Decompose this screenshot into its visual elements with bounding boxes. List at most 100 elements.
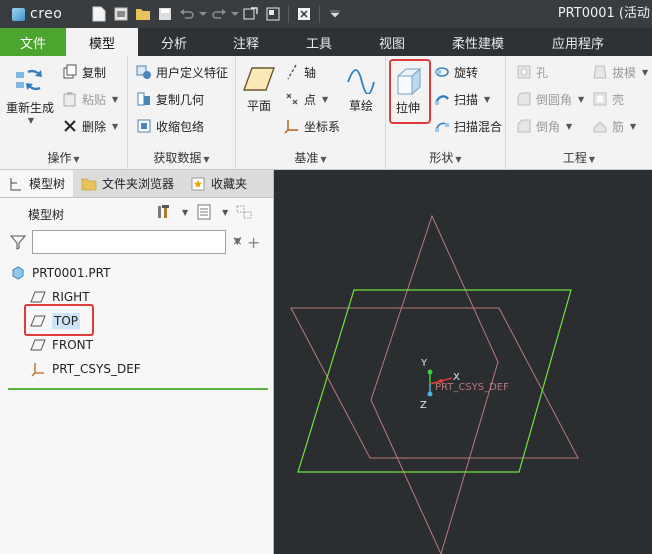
tab-model-tree[interactable]: 模型树: [0, 170, 74, 197]
undo-icon[interactable]: [176, 4, 198, 24]
search-input[interactable]: [32, 230, 226, 254]
tree-item-front[interactable]: FRONT: [30, 337, 93, 353]
tab-model[interactable]: 模型: [66, 28, 138, 56]
draft-button[interactable]: 拔模 ▼: [592, 62, 648, 82]
tab-annotate[interactable]: 注释: [210, 28, 282, 56]
group-label-get-data[interactable]: 获取数据 ▼: [128, 149, 235, 166]
copy-geometry-label: 复制几何: [156, 92, 205, 107]
group-label-operations[interactable]: 操作 ▼: [0, 149, 127, 166]
chamfer-button[interactable]: 倒角 ▼: [516, 116, 572, 136]
regenerate-button[interactable]: 重新生成 ▼: [6, 64, 54, 125]
delete-button[interactable]: 删除 ▼: [62, 116, 118, 136]
tree-item-right[interactable]: RIGHT: [30, 289, 90, 305]
sketch-button[interactable]: 草绘: [344, 64, 378, 114]
group-datum: 平面 轴 点 ▼ 坐标系 草绘 基准 ▼: [236, 56, 386, 170]
graphics-window[interactable]: Y X Z PRT_CSYS_DEF: [275, 170, 652, 554]
hole-icon: [516, 64, 532, 80]
udf-button[interactable]: 用户定义特征: [136, 62, 228, 82]
tree-item-label: RIGHT: [52, 290, 90, 304]
tree-filter-icon[interactable]: [236, 204, 252, 220]
shell-button[interactable]: 壳: [592, 89, 624, 109]
group-label-shapes[interactable]: 形状 ▼: [386, 149, 505, 166]
tab-file[interactable]: 文件: [0, 28, 66, 56]
insert-here-line[interactable]: [8, 388, 268, 390]
group-label-datum[interactable]: 基准 ▼: [236, 149, 385, 166]
tab-model-tree-label: 模型树: [29, 177, 66, 191]
settings-tools-icon[interactable]: [156, 204, 172, 220]
windows-icon[interactable]: [262, 4, 284, 24]
chevron-down-icon: ▼: [112, 121, 119, 131]
tree-item-part[interactable]: PRT0001.PRT: [10, 265, 110, 281]
round-label: 倒圆角: [536, 92, 573, 107]
hole-button[interactable]: 孔: [516, 62, 548, 82]
chevron-down-icon: ▼: [455, 155, 462, 164]
shrinkwrap-label: 收缩包络: [156, 119, 205, 134]
open-icon[interactable]: [110, 4, 132, 24]
round-icon: [516, 91, 532, 107]
datum-plane-icon: [30, 289, 46, 305]
chevron-down-icon[interactable]: ▼: [222, 208, 228, 217]
show-icon[interactable]: [196, 204, 212, 220]
sweep-button[interactable]: 扫描 ▼: [434, 89, 490, 109]
delete-label: 删除: [82, 119, 107, 134]
operations-label: 操作: [47, 151, 72, 165]
customize-icon[interactable]: [324, 4, 346, 24]
tab-tools[interactable]: 工具: [282, 28, 356, 56]
redo-icon[interactable]: [208, 4, 230, 24]
tab-flexible-modeling[interactable]: 柔性建模: [428, 28, 528, 56]
plane-button[interactable]: 平面: [242, 64, 276, 114]
copy-geometry-button[interactable]: 复制几何: [136, 89, 204, 109]
rib-label: 筋: [612, 119, 625, 134]
regenerate-label: 重新生成: [6, 101, 55, 115]
regenerate-icon[interactable]: [240, 4, 262, 24]
rib-icon: [592, 118, 608, 134]
axis-button[interactable]: 轴: [284, 62, 316, 82]
csys-button[interactable]: 坐标系: [284, 116, 340, 136]
tab-analysis[interactable]: 分析: [138, 28, 210, 56]
rib-button[interactable]: 筋 ▼: [592, 116, 636, 136]
close-window-icon[interactable]: [293, 4, 315, 24]
paste-label: 粘贴: [82, 92, 107, 107]
top-highlight: [24, 304, 94, 336]
axis-label-z: Z: [420, 400, 427, 411]
csys-icon: [284, 118, 300, 134]
tree-item-csys[interactable]: PRT_CSYS_DEF: [30, 361, 141, 377]
group-label-engineering[interactable]: 工程 ▼: [506, 149, 652, 166]
shrinkwrap-icon: [136, 118, 152, 134]
swept-blend-button[interactable]: 扫描混合: [434, 116, 502, 136]
tab-folder-browser[interactable]: 文件夹浏览器: [73, 170, 182, 197]
revolve-button[interactable]: 旋转: [434, 62, 478, 82]
chevron-down-icon: ▼: [112, 94, 119, 104]
axis-label-y: Y: [420, 358, 428, 369]
model-tree-title: 模型树: [28, 208, 65, 222]
filter-row: × ▼ +: [10, 230, 260, 254]
clear-search-icon[interactable]: ×: [232, 234, 243, 249]
chevron-down-icon: ▼: [484, 94, 491, 104]
copy-button[interactable]: 复制: [62, 62, 106, 82]
chamfer-icon: [516, 118, 532, 134]
copy-geometry-icon: [136, 91, 152, 107]
navigator-panel: 模型树 文件夹浏览器 收藏夹 模型树 ▼ ▼ × ▼ + PRT0001.PRT…: [0, 170, 274, 554]
redo-dropdown-icon[interactable]: [230, 4, 240, 24]
add-icon[interactable]: +: [247, 233, 260, 252]
filter-icon[interactable]: [10, 234, 26, 250]
creo-logo-icon: [12, 7, 25, 21]
tab-favorites[interactable]: 收藏夹: [182, 170, 255, 197]
tab-folder-browser-label: 文件夹浏览器: [102, 177, 175, 191]
paste-button[interactable]: 粘贴 ▼: [62, 89, 118, 109]
undo-dropdown-icon[interactable]: [198, 4, 208, 24]
shrinkwrap-button[interactable]: 收缩包络: [136, 116, 204, 136]
chevron-down-icon[interactable]: ▼: [182, 208, 188, 217]
round-button[interactable]: 倒圆角 ▼: [516, 89, 584, 109]
save-icon[interactable]: [154, 4, 176, 24]
chevron-down-icon: ▼: [27, 116, 35, 125]
tab-view[interactable]: 视图: [356, 28, 428, 56]
tab-applications[interactable]: 应用程序: [528, 28, 628, 56]
folder-icon[interactable]: [132, 4, 154, 24]
logo-text: creo: [30, 6, 63, 22]
y-axis-tip: [427, 369, 433, 375]
axis-icon: [284, 64, 300, 80]
point-button[interactable]: 点 ▼: [284, 89, 328, 109]
ribbon-tabs: 文件 模型 分析 注释 工具 视图 柔性建模 应用程序: [0, 28, 652, 56]
new-icon[interactable]: [88, 4, 110, 24]
